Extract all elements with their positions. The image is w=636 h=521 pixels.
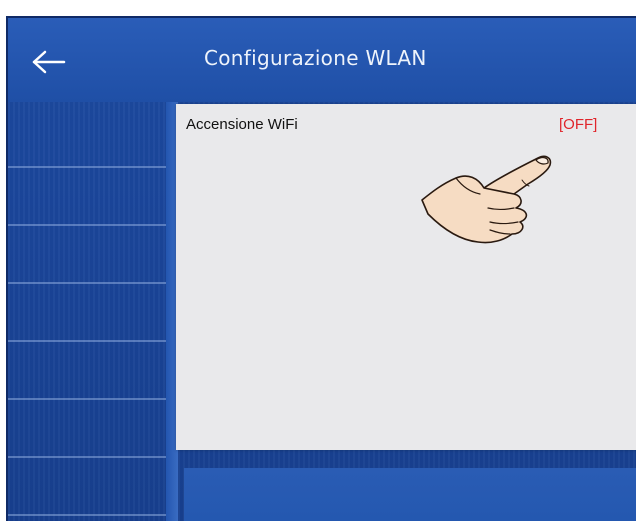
sidebar-item[interactable] [8,168,166,226]
footer-area [184,468,636,521]
sidebar-item[interactable] [8,458,166,516]
header-bar: Configurazione WLAN [8,18,636,102]
sidebar-item[interactable] [8,342,166,400]
wifi-power-toggle[interactable]: [OFF] [559,116,597,133]
back-button[interactable] [26,42,70,82]
page-title: Configurazione WLAN [204,46,427,70]
wifi-power-row[interactable]: Accensione WiFi [OFF] [176,104,636,154]
settings-panel: Accensione WiFi [OFF] [176,104,636,450]
sidebar-item[interactable] [8,110,166,168]
sidebar-item[interactable] [8,226,166,284]
pointing-hand-icon [421,155,552,244]
device-frame: Configurazione WLAN Accensione WiFi [OFF… [0,0,636,521]
sidebar-item[interactable] [8,400,166,458]
arrow-left-icon [32,50,66,74]
sidebar [8,110,166,521]
wifi-power-label: Accensione WiFi [186,116,298,133]
sidebar-item[interactable] [8,284,166,342]
